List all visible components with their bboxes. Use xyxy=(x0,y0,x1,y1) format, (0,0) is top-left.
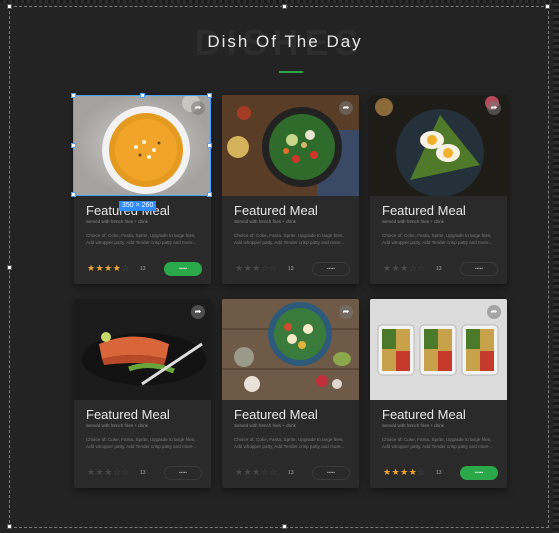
star-empty-icon: ☆ xyxy=(121,264,130,274)
selection-size-label: 350 × 260 xyxy=(119,201,157,211)
star-icon: ★★★ xyxy=(383,264,409,274)
resize-handle[interactable] xyxy=(71,192,76,197)
meal-card[interactable]: ➦ Featured Meal Served with french fries… xyxy=(222,95,359,284)
rating-count: 13 xyxy=(436,266,442,272)
meal-image: ➦ xyxy=(74,299,211,400)
star-empty-icon: ☆☆ xyxy=(112,468,130,478)
card-description: Choice of: Coke, Fanta, Sprite, Upgrade … xyxy=(382,437,493,449)
frame-handle[interactable] xyxy=(7,4,12,9)
rating-count: 13 xyxy=(436,470,442,476)
card-subtitle: Served with french fries + drink xyxy=(234,423,296,428)
star-empty-icon: ☆☆ xyxy=(260,468,278,478)
frame-handle[interactable] xyxy=(7,524,12,529)
section-title: Dish Of The Day xyxy=(207,32,363,51)
card-subtitle: Served with french fries + drink xyxy=(382,219,444,224)
rating-stars[interactable]: ★★★★☆ xyxy=(87,264,130,274)
title-underline xyxy=(279,71,303,73)
rating-stars[interactable]: ★★★☆☆ xyxy=(235,468,278,478)
star-empty-icon: ☆ xyxy=(417,468,426,478)
card-title: Featured Meal xyxy=(234,203,318,218)
card-subtitle: Served with french fries + drink xyxy=(382,423,444,428)
frame-handle[interactable] xyxy=(282,4,287,9)
meal-card[interactable]: ➦ Featured Meal Served with french fries… xyxy=(222,299,359,488)
order-button[interactable]: ••••• xyxy=(164,262,202,276)
frame-handle[interactable] xyxy=(282,524,287,529)
resize-handle[interactable] xyxy=(207,93,212,98)
meal-image: ➦ xyxy=(222,95,359,196)
card-subtitle: Served with french fries + drink xyxy=(86,219,148,224)
rating-stars[interactable]: ★★★★☆ xyxy=(383,468,426,478)
scrollbar-right[interactable] xyxy=(553,0,559,533)
resize-handle[interactable] xyxy=(140,93,145,98)
resize-handle[interactable] xyxy=(71,143,76,148)
rating-stars[interactable]: ★★★☆☆ xyxy=(235,264,278,274)
order-button[interactable]: ••••• xyxy=(312,262,350,276)
card-description: Choice of: Coke, Fanta, Sprite, Upgrade … xyxy=(86,437,197,449)
star-icon: ★★★ xyxy=(383,468,409,478)
rating-count: 13 xyxy=(140,470,146,476)
ruler-top xyxy=(0,0,559,3)
rating-count: 13 xyxy=(140,266,146,272)
card-description: Choice of: Coke, Fanta, Sprite, Upgrade … xyxy=(234,437,345,449)
resize-handle[interactable] xyxy=(71,93,76,98)
star-icon: ★★★ xyxy=(235,468,261,478)
share-icon[interactable]: ➦ xyxy=(191,305,205,319)
share-icon[interactable]: ➦ xyxy=(339,101,353,115)
card-description: Choice of: Coke, Fanta, Sprite, Upgrade … xyxy=(86,233,197,245)
star-icon: ★★★ xyxy=(87,468,113,478)
meal-card[interactable]: ➦ Featured Meal Served with french fries… xyxy=(74,299,211,488)
card-title: Featured Meal xyxy=(382,203,466,218)
card-description: Choice of: Coke, Fanta, Sprite, Upgrade … xyxy=(234,233,345,245)
meal-image: ➦ xyxy=(370,95,507,196)
resize-handle[interactable] xyxy=(207,192,212,197)
star-empty-icon: ☆☆ xyxy=(408,264,426,274)
resize-handle[interactable] xyxy=(207,143,212,148)
card-description: Choice of: Coke, Fanta, Sprite, Upgrade … xyxy=(382,233,493,245)
meal-image: ➦ xyxy=(222,299,359,400)
card-title: Featured Meal xyxy=(234,407,318,422)
meal-image: ➦ xyxy=(370,299,507,400)
selection-box[interactable] xyxy=(71,93,212,197)
order-button[interactable]: ••••• xyxy=(460,262,498,276)
rating-stars[interactable]: ★★★☆☆ xyxy=(87,468,130,478)
share-icon[interactable]: ➦ xyxy=(487,101,501,115)
star-empty-icon: ☆☆ xyxy=(260,264,278,274)
star-half-icon: ★ xyxy=(408,468,418,478)
meal-card[interactable]: ➦ Featured Meal Served with french fries… xyxy=(370,95,507,284)
frame-handle[interactable] xyxy=(7,265,12,270)
card-subtitle: Served with french fries + drink xyxy=(234,219,296,224)
rating-count: 13 xyxy=(288,470,294,476)
order-button[interactable]: ••••• xyxy=(312,466,350,480)
star-icon: ★★★ xyxy=(87,264,113,274)
star-icon: ★★★ xyxy=(235,264,261,274)
order-button[interactable]: ••••• xyxy=(460,466,498,480)
share-icon[interactable]: ➦ xyxy=(339,305,353,319)
card-title: Featured Meal xyxy=(382,407,466,422)
frame-handle[interactable] xyxy=(545,4,550,9)
share-icon[interactable]: ➦ xyxy=(487,305,501,319)
card-subtitle: Served with french fries + drink xyxy=(86,423,148,428)
order-button[interactable]: ••••• xyxy=(164,466,202,480)
meal-card[interactable]: ➦ Featured Meal Served with french fries… xyxy=(370,299,507,488)
card-title: Featured Meal xyxy=(86,407,170,422)
rating-stars[interactable]: ★★★☆☆ xyxy=(383,264,426,274)
star-half-icon: ★ xyxy=(112,264,122,274)
rating-count: 13 xyxy=(288,266,294,272)
